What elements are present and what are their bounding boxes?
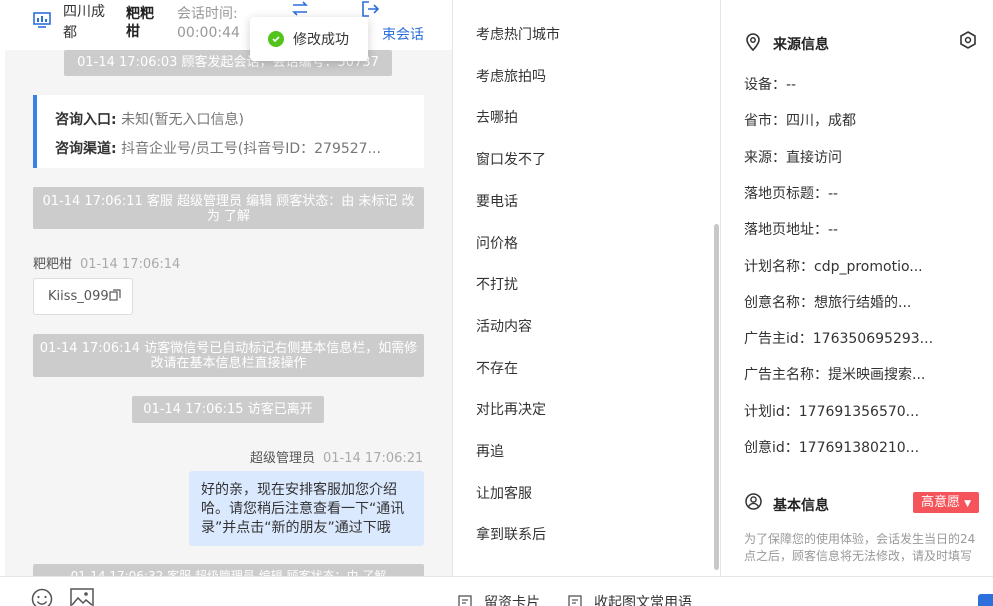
message-sender: 超级管理员 01-14 17:06:21 bbox=[250, 447, 423, 466]
source-info-row: 省市：四川，成都 bbox=[744, 113, 856, 130]
edit-notice: 为了保障您的使用体验，会话发生当日的24点之后，顾客信息将无法修改，请及时填写 bbox=[744, 532, 976, 563]
chat-header: 四川成都 粑粑柑 会话时间: 00:00:44 束会话 bbox=[5, 0, 452, 50]
quick-tag-item[interactable]: 窗口发不了 bbox=[476, 149, 546, 169]
system-message: 01-14 17:06:11 客服 超级管理员 编辑 顾客状态：由 未标记 改为… bbox=[33, 187, 424, 229]
visitor-location: 四川成都 bbox=[63, 4, 105, 41]
wechat-id: Kiiss_099 bbox=[48, 289, 109, 304]
caret-down-icon: ▼ bbox=[964, 499, 972, 509]
basic-info-title: 基本信息 bbox=[773, 498, 829, 514]
quick-tag-item[interactable]: 活动内容 bbox=[476, 316, 532, 336]
visitor-name: 粑粑柑 bbox=[126, 6, 154, 40]
intent-label: 高意愿 bbox=[920, 495, 960, 510]
check-circle-icon bbox=[268, 31, 284, 47]
settings-icon[interactable] bbox=[959, 31, 977, 49]
consult-info-card: 咨询入口: 未知(暂无入口信息) 咨询渠道: 抖音企业号/员工号(抖音号ID：2… bbox=[33, 95, 424, 168]
message-sender: 粑粑柑 01-14 17:06:14 bbox=[33, 253, 180, 272]
source-info-row: 计划名称：cdp_promotio... bbox=[744, 258, 923, 275]
sender-name: 超级管理员 bbox=[250, 451, 316, 466]
toast-text: 修改成功 bbox=[293, 32, 349, 48]
source-info-row: 设备：-- bbox=[744, 77, 797, 93]
source-info-row: 来源：直接访问 bbox=[744, 149, 842, 166]
intent-dropdown[interactable]: 高意愿 ▼ bbox=[913, 492, 979, 513]
sender-name: 粑粑柑 bbox=[33, 257, 73, 272]
info-card-button[interactable]: 留资卡片 bbox=[458, 592, 540, 606]
quick-tag-item[interactable]: 去哪拍 bbox=[476, 107, 518, 127]
success-toast: 修改成功 bbox=[250, 17, 368, 61]
collapse-phrases-button[interactable]: 收起图文常用语 bbox=[568, 592, 692, 606]
quick-tag-item[interactable]: 考虑热门城市 bbox=[476, 24, 560, 44]
copy-icon[interactable] bbox=[109, 289, 121, 301]
quick-tag-item[interactable]: 拿到联系后 bbox=[476, 524, 546, 544]
source-info-row: 创意名称：想旅行结婚的... bbox=[744, 294, 912, 311]
emoji-icon[interactable] bbox=[31, 588, 53, 606]
consult-entry-row: 咨询入口: 未知(暂无入口信息) bbox=[55, 112, 244, 128]
wechat-id-chip[interactable]: Kiiss_099 bbox=[33, 278, 133, 315]
chat-panel: 四川成都 粑粑柑 会话时间: 00:00:44 束会话 01-14 17:06:… bbox=[5, 0, 453, 606]
quick-tag-panel: 考虑热门城市 考虑旅拍吗去哪拍窗口发不了要电话问价格不打扰活动内容不存在对比再决定… bbox=[453, 0, 721, 578]
quick-tag-item[interactable]: 对比再决定 bbox=[476, 399, 546, 419]
agent-message-bubble: 好的亲，现在安排客服加您介绍哈。请您稍后注意查看一下“通讯录”并点击“新的朋友”… bbox=[189, 471, 424, 546]
location-pin-icon bbox=[746, 33, 760, 51]
consult-channel-row: 咨询渠道: 抖音企业号/员工号(抖音号ID：279527... bbox=[55, 141, 381, 157]
image-icon[interactable] bbox=[70, 588, 94, 606]
quick-tag-item[interactable]: 再追 bbox=[476, 441, 504, 461]
quick-tag-item[interactable]: 让加客服 bbox=[476, 483, 532, 503]
source-info-row: 创意id：177691380210... bbox=[744, 440, 920, 456]
source-info-row: 落地页地址：-- bbox=[744, 222, 839, 239]
user-circle-icon bbox=[745, 493, 762, 510]
quick-tag-item[interactable]: 考虑旅拍吗 bbox=[476, 66, 546, 86]
visitor-info-panel: 来源信息 设备：-- 省市：四川，成都 来源：直接访问 落地页标题：-- 落地页地址：-… bbox=[722, 0, 993, 578]
transfer-icon[interactable] bbox=[290, 0, 310, 18]
card-icon bbox=[458, 595, 472, 606]
quick-tag-item[interactable]: 不存在 bbox=[476, 358, 518, 378]
source-info-title: 来源信息 bbox=[773, 37, 829, 53]
monitor-icon bbox=[33, 12, 51, 28]
exit-icon[interactable] bbox=[360, 0, 380, 18]
quick-tag-item[interactable]: 要电话 bbox=[476, 191, 518, 211]
floating-chat-button[interactable] bbox=[978, 594, 993, 606]
info-card-label: 留资卡片 bbox=[484, 595, 540, 606]
source-info-row: 广告主id：176350695293... bbox=[744, 331, 934, 348]
end-session-button[interactable]: 束会话 bbox=[382, 24, 424, 44]
collapse-phrases-label: 收起图文常用语 bbox=[594, 595, 692, 606]
quick-tag-item[interactable]: 问价格 bbox=[476, 233, 518, 253]
source-info-row: 落地页标题：-- bbox=[744, 185, 839, 202]
system-message: 01-14 17:06:15 访客已离开 bbox=[132, 396, 324, 423]
system-message: 01-14 17:06:14 访客微信号已自动标记右侧基本信息栏，如需修改请在基… bbox=[33, 334, 424, 377]
session-time: 00:00:44 bbox=[177, 25, 240, 41]
message-time: 01-14 17:06:14 bbox=[80, 257, 181, 272]
source-info-row: 计划id：177691356570... bbox=[744, 403, 920, 420]
message-time: 01-14 17:06:21 bbox=[323, 451, 424, 466]
quick-tag-item[interactable]: 不打扰 bbox=[476, 274, 518, 294]
phrase-icon bbox=[568, 595, 582, 606]
source-info-row: 广告主名称：提米映画搜索... bbox=[744, 367, 926, 384]
session-time-label: 会话时间: bbox=[177, 6, 238, 22]
tag-scrollbar[interactable] bbox=[714, 224, 719, 570]
